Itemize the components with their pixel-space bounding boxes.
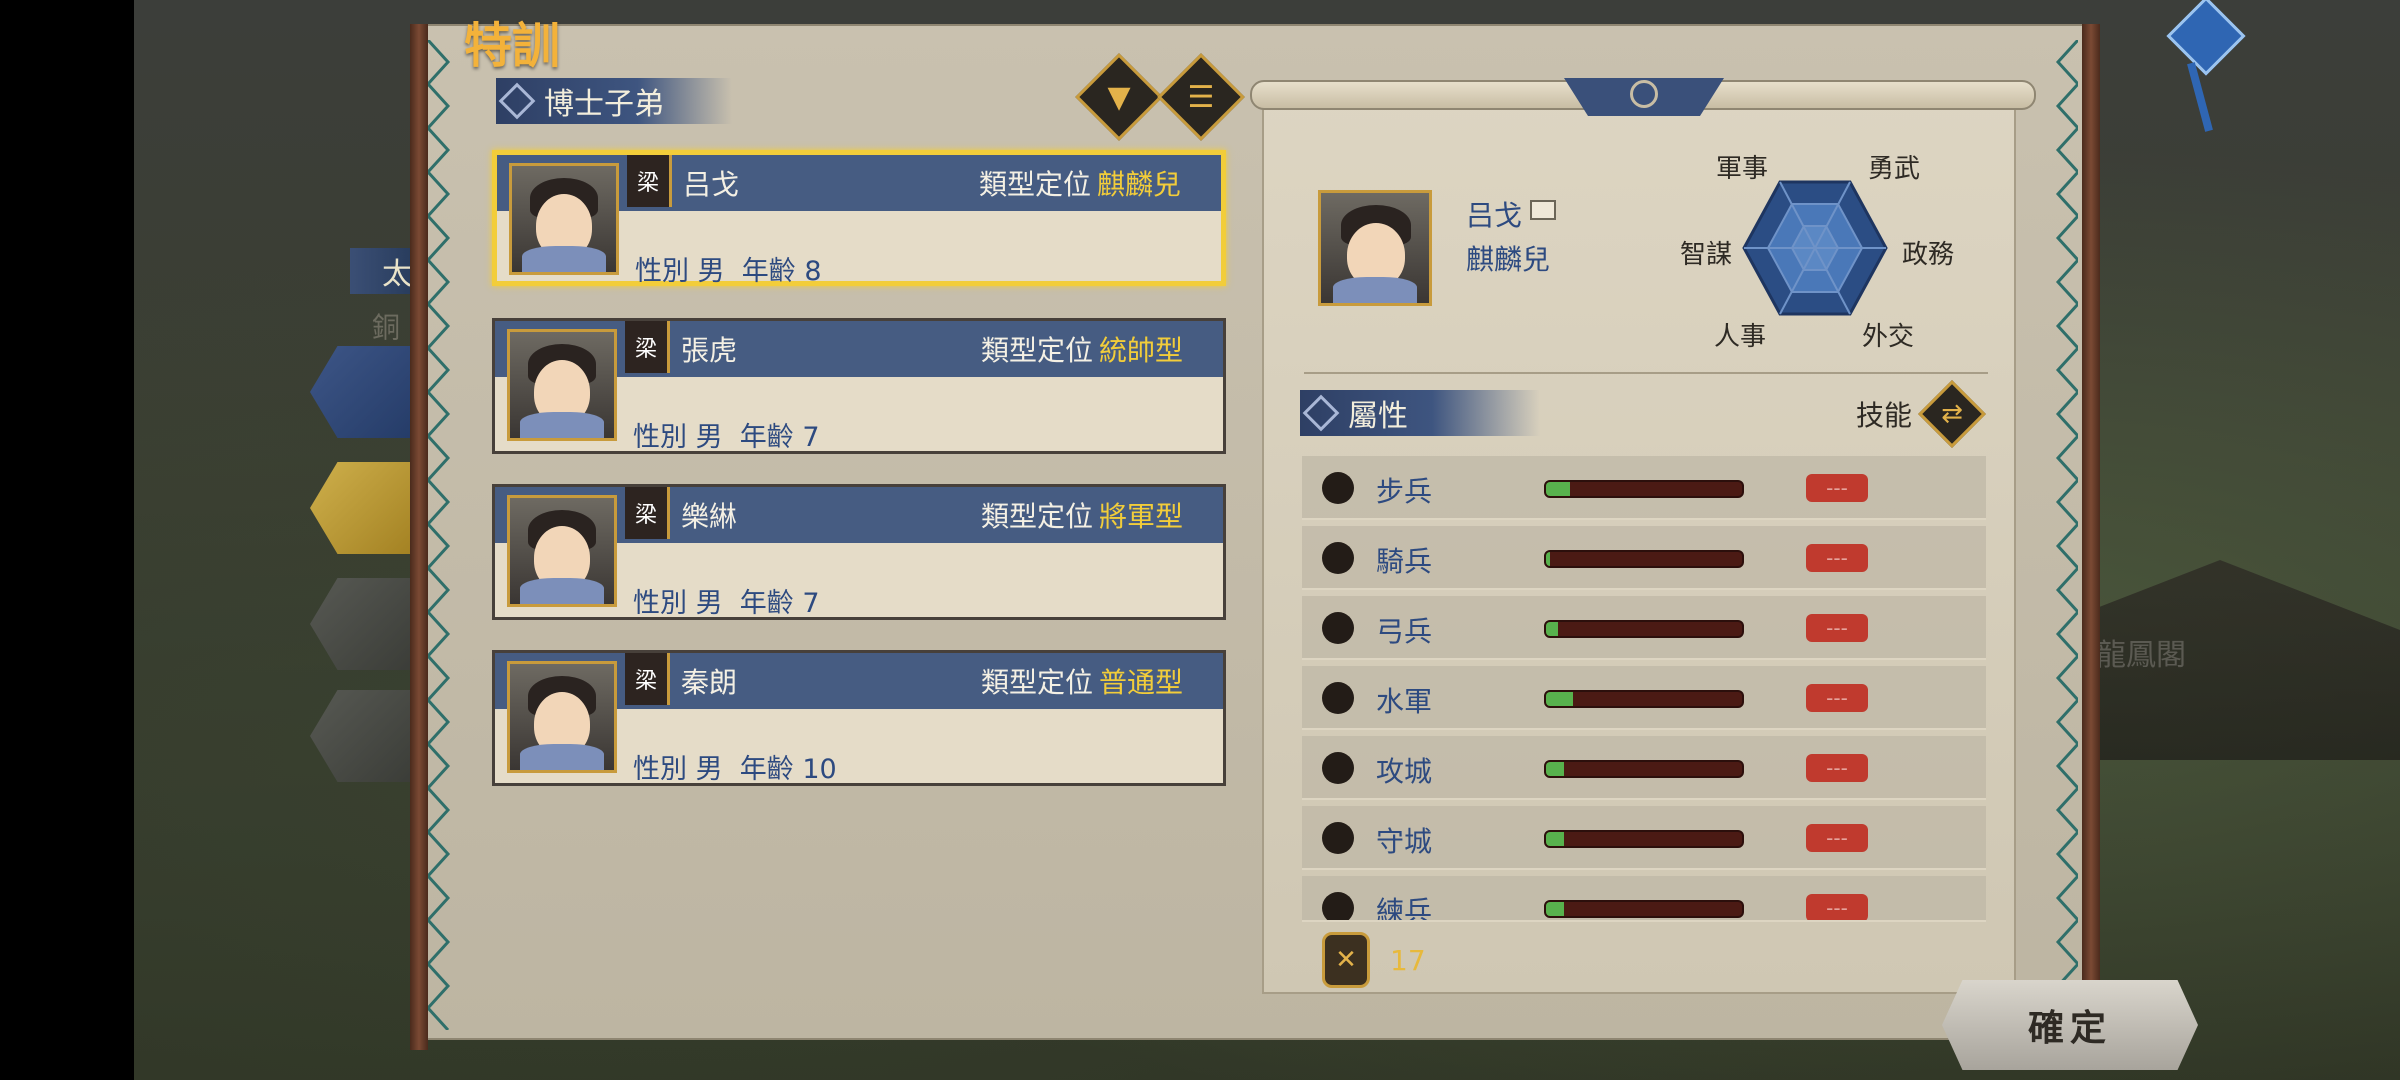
attribute-label: 練兵 <box>1376 895 1433 922</box>
student-portrait <box>509 163 619 275</box>
attribute-bar <box>1544 760 1744 778</box>
student-role: 類型定位 統帥型 <box>980 334 1183 367</box>
diamond-icon <box>498 82 536 120</box>
letter-icon[interactable] <box>1530 200 1556 220</box>
attributes-header: 屬性 <box>1300 390 1540 436</box>
emblem-icon <box>1630 80 1658 108</box>
students-header: 博士子弟 <box>496 78 732 124</box>
stats-radar-chart <box>1742 180 1888 316</box>
radar-label-military: 軍事 <box>1716 154 1769 184</box>
attribute-dot-icon <box>1322 542 1354 574</box>
confirm-button[interactable]: 確定 <box>1942 980 2198 1070</box>
confirm-button-label: 確定 <box>2027 1007 2112 1049</box>
scroll-rod-left <box>410 24 428 1050</box>
diamond-icon <box>1302 394 1340 432</box>
detail-emblem <box>1564 78 1724 116</box>
attribute-label: 守城 <box>1376 825 1433 858</box>
student-info: 性別 男 年齡 8 <box>635 256 822 287</box>
attributes-header-label: 屬性 <box>1348 399 1408 434</box>
attribute-row: 水軍 --- <box>1302 666 1986 730</box>
students-header-label: 博士子弟 <box>544 87 664 122</box>
attribute-row: 練兵 --- <box>1302 876 1986 922</box>
student-card[interactable]: 梁 吕戈 類型定位 麒麟兒 性別 男 年齡 8 <box>492 150 1226 287</box>
student-name: 樂綝 <box>681 500 738 533</box>
radar-label-strategy: 智謀 <box>1680 240 1733 270</box>
student-name: 秦朗 <box>681 666 738 699</box>
attribute-value: --- <box>1806 544 1868 572</box>
clan-badge: 梁 <box>625 321 670 373</box>
radar-label-valor: 勇武 <box>1868 154 1921 184</box>
attribute-bar <box>1544 830 1744 848</box>
student-card[interactable]: 梁 張虎 類型定位 統帥型 性別 男 年齡 7 <box>492 318 1226 454</box>
training-token-count: 17 <box>1390 944 1426 977</box>
attribute-dot-icon <box>1322 612 1354 644</box>
attribute-row: 守城 --- <box>1302 806 1986 870</box>
selected-role: 麒麟兒 <box>1466 243 1551 276</box>
student-portrait <box>507 329 617 441</box>
attribute-value: --- <box>1806 614 1868 642</box>
detail-divider <box>1304 372 1988 374</box>
skill-toggle-label[interactable]: 技能 <box>1856 394 1912 434</box>
attribute-label: 水軍 <box>1376 685 1433 718</box>
panel-title: 特訓 <box>464 18 561 74</box>
scroll-edge-right <box>2055 40 2078 1030</box>
clan-badge: 梁 <box>627 155 672 207</box>
attribute-value: --- <box>1806 824 1868 852</box>
radar-label-diplomacy: 外交 <box>1862 322 1915 352</box>
attribute-value: --- <box>1806 894 1868 920</box>
attribute-row: 騎兵 --- <box>1302 526 1986 590</box>
attribute-dot-icon <box>1322 752 1354 784</box>
attribute-label: 攻城 <box>1376 755 1433 788</box>
attribute-dot-icon <box>1322 682 1354 714</box>
attribute-bar <box>1544 480 1744 498</box>
student-portrait <box>507 661 617 773</box>
training-token-icon: ✕ <box>1322 932 1370 988</box>
student-info: 性別 男 年齡 7 <box>633 422 820 453</box>
attribute-dot-icon <box>1322 892 1354 920</box>
background-building-label: 龍鳳閣 <box>2096 638 2186 673</box>
student-card[interactable]: 梁 秦朗 類型定位 普通型 性別 男 年齡 10 <box>492 650 1226 786</box>
selected-name: 吕戈 <box>1466 199 1523 232</box>
student-role: 類型定位 將軍型 <box>980 500 1183 533</box>
student-role: 類型定位 麒麟兒 <box>978 168 1181 201</box>
swap-icon: ⇄ <box>1941 399 1963 429</box>
student-name: 吕戈 <box>683 168 740 201</box>
student-info: 性別 男 年齡 7 <box>633 588 820 619</box>
attribute-row: 攻城 --- <box>1302 736 1986 800</box>
attribute-dot-icon <box>1322 472 1354 504</box>
student-name: 張虎 <box>681 334 738 367</box>
attribute-label: 弓兵 <box>1376 615 1433 648</box>
list-icon: ☰ <box>1187 79 1215 115</box>
attribute-label: 騎兵 <box>1376 545 1433 578</box>
clan-badge: 梁 <box>625 487 670 539</box>
attribute-value: --- <box>1806 754 1868 782</box>
student-role: 類型定位 普通型 <box>980 666 1183 699</box>
attribute-bar <box>1544 550 1744 568</box>
selected-portrait <box>1318 190 1432 306</box>
student-info: 性別 男 年齡 10 <box>633 754 837 785</box>
student-portrait <box>507 495 617 607</box>
attribute-dot-icon <box>1322 822 1354 854</box>
attribute-label: 步兵 <box>1376 475 1433 508</box>
attribute-bar <box>1544 620 1744 638</box>
filter-icon: ▼ <box>1107 79 1131 115</box>
attribute-row: 步兵 --- <box>1302 456 1986 520</box>
attribute-value: --- <box>1806 474 1868 502</box>
radar-label-personnel: 人事 <box>1714 322 1767 352</box>
clan-badge: 梁 <box>625 653 670 705</box>
attribute-value: --- <box>1806 684 1868 712</box>
letterbox-left <box>0 0 134 1080</box>
student-card[interactable]: 梁 樂綝 類型定位 將軍型 性別 男 年齡 7 <box>492 484 1226 620</box>
attribute-bar <box>1544 900 1744 918</box>
attribute-bar <box>1544 690 1744 708</box>
side-sub-label: 銅 <box>372 311 401 344</box>
scroll-edge-left <box>428 40 451 1030</box>
attribute-row: 弓兵 --- <box>1302 596 1986 660</box>
scroll-rod-right <box>2082 24 2100 1050</box>
radar-label-politics: 政務 <box>1902 240 1955 270</box>
